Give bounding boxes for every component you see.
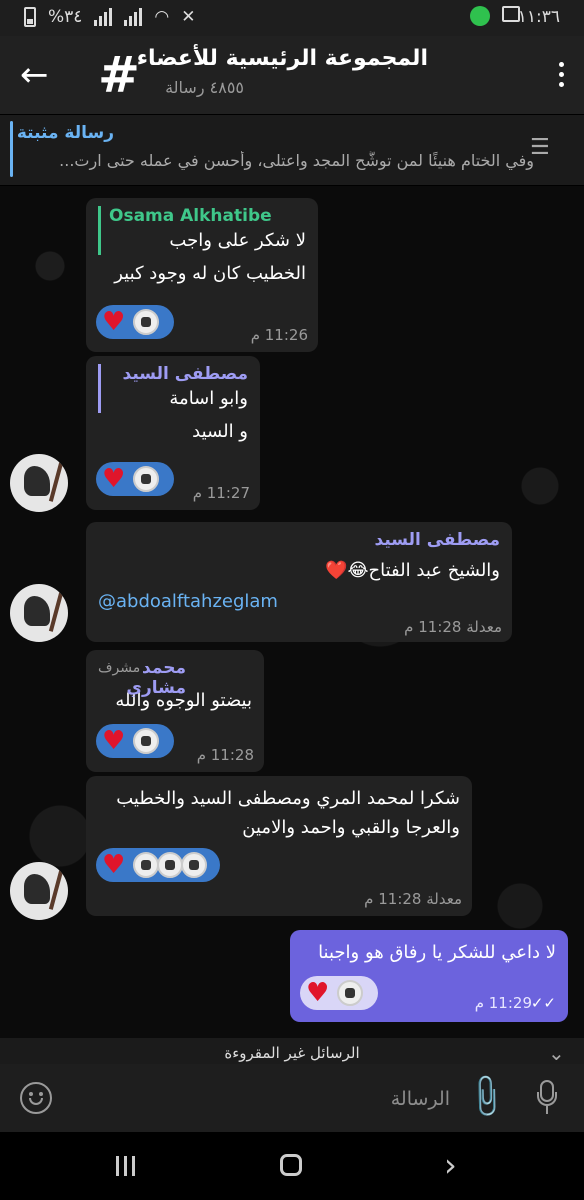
composer: 📎 [0,1064,584,1132]
sender-name[interactable]: محمد مشاري [98,658,186,698]
system-nav-bar: › [0,1132,584,1200]
message-bubble[interactable]: مصطفى السيد وابو اسامة و السيد ♥ 11:27 م [86,356,260,510]
reply-sender: مصطفى السيد [122,364,248,384]
message-bubble[interactable]: شكرا لمحمد المري ومصطفى السيد والخطيب وا… [86,776,472,916]
group-hash-icon[interactable]: # [98,48,140,102]
heart-icon: ♥ [102,307,126,337]
heart-icon: ♥ [102,464,126,494]
clock: ١١:٣٦ [517,7,560,27]
microphone-icon[interactable] [534,1078,560,1118]
more-menu-icon[interactable] [556,62,566,87]
unread-label: الرسائل غير المقروءة [224,1044,360,1062]
outgoing-message-bubble[interactable]: لا داعي للشكر يا رفاق هو واجبنا ♥ 11:29 … [290,930,568,1022]
group-title[interactable]: المجموعة الرئيسية للأعضاء [137,46,428,71]
battery-percent: %٣٤ [48,7,83,27]
heart-icon: ♥ [102,850,126,880]
reply-quote[interactable]: Osama Alkhatibe لا شكر على واجب [98,206,306,255]
message-bubble[interactable]: مصطفى السيد والشيخ عبد الفتاح😂❤️ @abdoal… [86,522,512,642]
sender-name[interactable]: مصطفى السيد [98,530,500,550]
back-arrow-icon[interactable]: ← [20,56,60,96]
reaction-pill[interactable]: ♥ [96,462,174,496]
signal-icon-2 [124,8,143,26]
attach-paperclip-icon[interactable]: 📎 [457,1072,511,1124]
message-line: لا داعي للشكر يا رفاق هو واجبنا [318,942,556,963]
emoji-icon[interactable] [20,1082,52,1114]
message-time: معدلة 11:28 م [364,890,462,908]
nav-back-icon[interactable]: › [444,1146,457,1184]
mute-icon: ✕ [181,7,196,27]
message-input[interactable] [68,1080,452,1118]
message-list[interactable]: Osama Alkhatibe لا شكر على واجب الخطيب ك… [0,186,584,1038]
home-icon[interactable] [280,1154,302,1176]
reactor-avatar [337,980,364,1006]
recent-apps-icon[interactable] [116,1156,135,1176]
unread-messages-banner: الرسائل غير المقروءة ⌄ [0,1038,584,1065]
message-line: وابو اسامة [169,388,248,409]
pinned-accent-bar [10,121,13,177]
message-time: 11:28 م [196,746,254,764]
sender-avatar[interactable] [10,584,68,642]
reactor-avatar [181,852,208,878]
message-line: والعرجا والقبي واحمد والامين [242,817,460,838]
pinned-message-bar[interactable]: رسالة مثبتة وفي الختام هنيئًا لمن توشَّح… [0,115,584,186]
status-bar: %٣٤ ◠ ✕ ١١:٣٦ [0,0,584,36]
message-line: والشيخ عبد الفتاح😂❤️ [325,560,500,581]
reactor-avatar [133,728,160,754]
pinned-list-icon[interactable]: ☰ [530,135,566,165]
reactor-avatar [133,852,160,878]
pinned-label: رسالة مثبتة [16,123,114,143]
reactor-avatar [157,852,184,878]
reactor-avatar [133,309,160,335]
message-time: 11:29 م [474,994,532,1012]
sender-avatar[interactable] [10,862,68,920]
reaction-pill[interactable]: ♥ [96,724,174,758]
message-bubble[interactable]: Osama Alkhatibe لا شكر على واجب الخطيب ك… [86,198,318,352]
reply-sender: Osama Alkhatibe [109,206,272,226]
pinned-text: وفي الختام هنيئًا لمن توشَّح المجد واعتل… [59,151,534,170]
message-line: شكرا لمحمد المري ومصطفى السيد والخطيب [116,788,460,809]
message-time: معدلة 11:28 م [404,618,502,636]
message-line: و السيد [192,421,248,442]
sender-avatar[interactable] [10,454,68,512]
message-bubble[interactable]: مشرف محمد مشاري بيضتو الوجوه والله ♥ 11:… [86,650,264,772]
wifi-icon: ◠ [154,7,170,27]
battery-icon [24,7,36,27]
whatsapp-icon [470,6,490,26]
reply-quote[interactable]: مصطفى السيد وابو اسامة [98,364,248,413]
message-count: ٤٨٥٥ رسالة [165,78,244,97]
heart-icon: ♥ [306,978,330,1008]
message-time: 11:27 م [192,484,250,502]
message-line: لا شكر على واجب [169,230,306,251]
reaction-pill[interactable]: ♥ [96,305,174,339]
mention-link[interactable]: @abdoalftahzeglam [98,587,500,616]
reactor-avatar [133,466,160,492]
heart-icon: ♥ [102,726,126,756]
message-time: 11:26 م [250,326,308,344]
signal-icon [94,8,113,26]
double-check-icon: ✓✓ [530,994,556,1012]
reaction-pill[interactable]: ♥ [300,976,378,1010]
chat-header: ← # المجموعة الرئيسية للأعضاء ٤٨٥٥ رسالة [0,36,584,115]
reaction-pill[interactable]: ♥ [96,848,220,882]
message-line: الخطيب كان له وجود كبير [114,263,306,284]
